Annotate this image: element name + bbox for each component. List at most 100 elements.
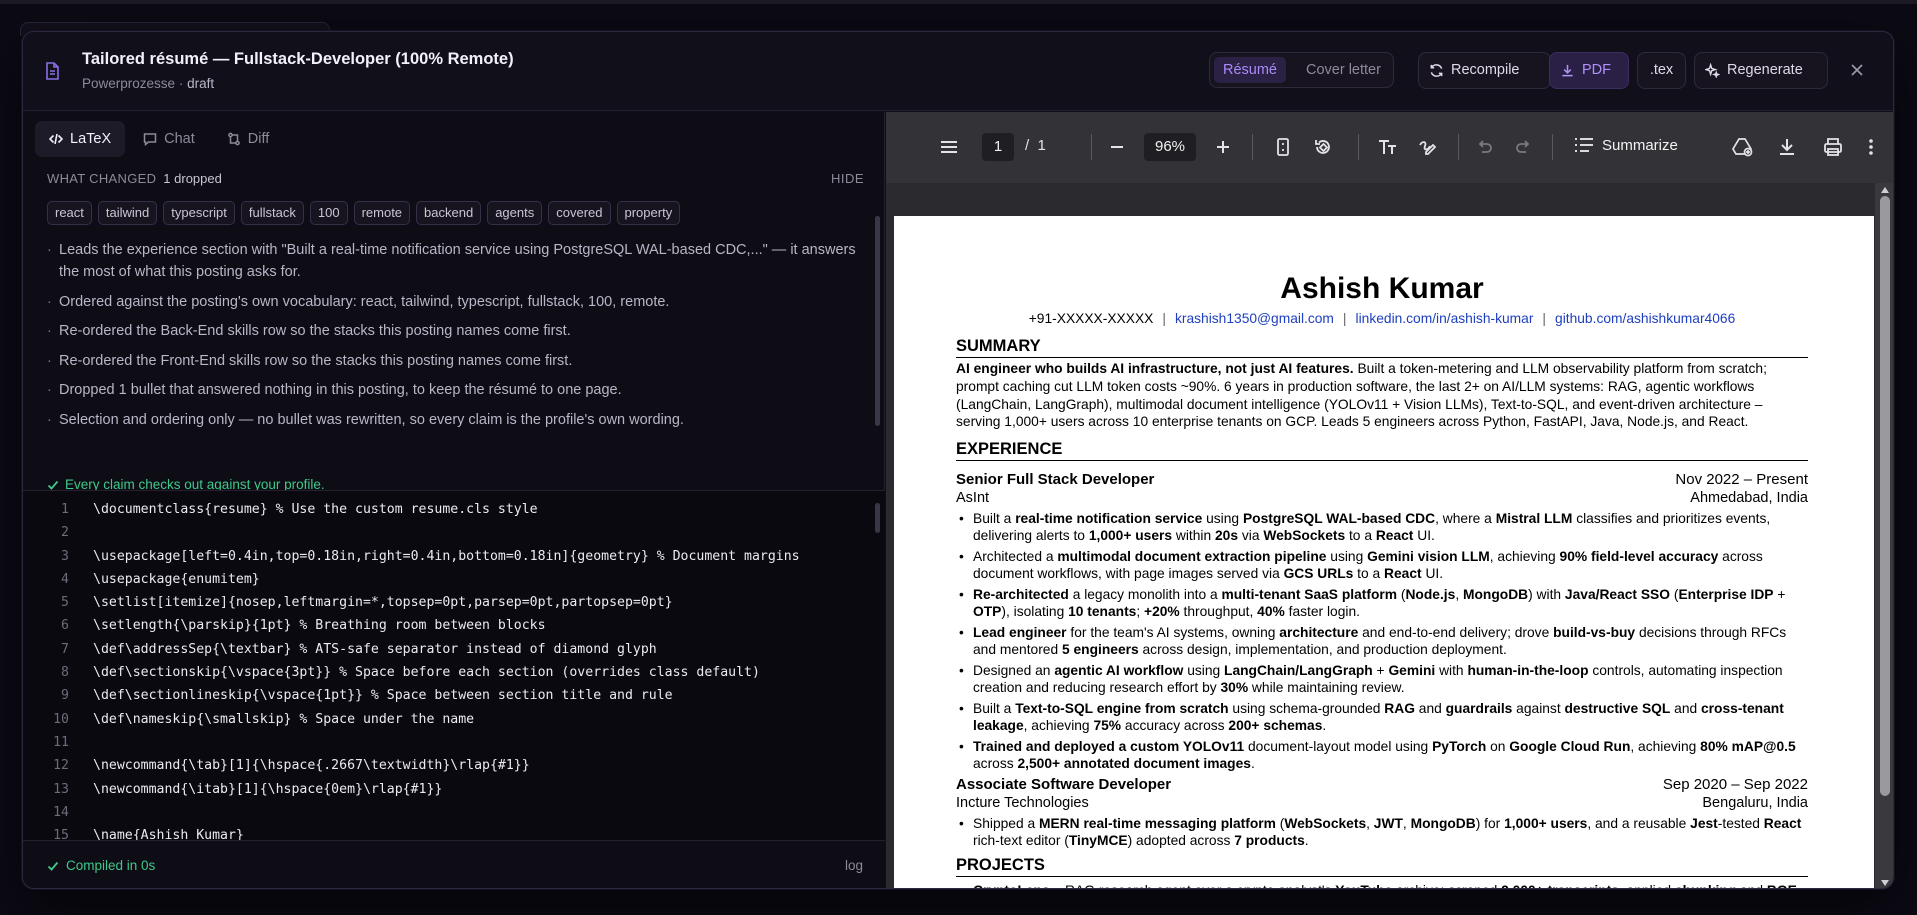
zoom-out-icon[interactable]	[1106, 136, 1128, 158]
code-line[interactable]: \def\addressSep{\textbar} % ATS-safe sep…	[93, 638, 800, 661]
regenerate-button[interactable]: Regenerate	[1694, 52, 1828, 89]
editor-tabs: LaTeX Chat Diff	[35, 121, 283, 157]
summarize-button[interactable]: Summarize	[1574, 136, 1678, 154]
line-number: 11	[53, 734, 69, 750]
page-separator: /	[1025, 137, 1030, 154]
undo-icon[interactable]	[1473, 136, 1495, 158]
code-line[interactable]: \def\nameskip{\smallskip} % Space under …	[93, 708, 800, 731]
toolbar-divider	[1552, 134, 1553, 160]
company: AsInt	[956, 490, 990, 506]
job-dates: Sep 2020 – Sep 2022	[1662, 776, 1808, 793]
doc-type-toggle: Résumé Cover letter	[1209, 52, 1394, 88]
cover-letter-tab-button[interactable]: Cover letter	[1306, 57, 1381, 83]
tab-chat[interactable]: Chat	[129, 121, 209, 157]
redo-icon[interactable]	[1513, 136, 1535, 158]
log-button[interactable]: log	[845, 858, 863, 873]
more-options-icon[interactable]	[1860, 136, 1882, 158]
line-number: 9	[61, 688, 69, 704]
line-number: 10	[53, 711, 69, 727]
code-line[interactable]: \usepackage[left=0.4in,top=0.18in,right=…	[93, 545, 800, 568]
code-line[interactable]	[93, 521, 800, 544]
experience-bullet: Built a Text-to-SQL engine from scratch …	[956, 700, 1808, 734]
change-note: Re-ordered the Back-End skills row so th…	[47, 320, 871, 342]
line-number: 15	[53, 828, 69, 840]
tab-diff-label: Diff	[247, 131, 270, 147]
toolbar-divider	[1252, 134, 1253, 160]
tab-latex[interactable]: LaTeX	[35, 121, 126, 157]
page-count: / 1	[1025, 137, 1046, 154]
experience-bullet: Built a real-time notification service u…	[956, 510, 1808, 544]
code-line[interactable]: \def\sectionskip{\vspace{3pt}} % Space b…	[93, 661, 800, 684]
zoom-level-input[interactable]: 96%	[1144, 133, 1196, 161]
editor-scrollbar-thumb[interactable]	[875, 503, 880, 533]
email-link[interactable]: krashish1350@gmail.com	[1175, 311, 1334, 326]
summary-list-icon	[1575, 138, 1593, 152]
keyword-chip: backend	[416, 201, 482, 225]
pdf-page: Ashish Kumar +91-XXXXX-XXXXX | krashish135…	[894, 216, 1874, 888]
github-link[interactable]: github.com/ashishkumar4066	[1555, 311, 1735, 326]
company-name: Powerprozesse	[82, 76, 176, 91]
change-notes-list: Leads the experience section with "Built…	[47, 239, 871, 438]
keyword-chip: remote	[353, 201, 411, 225]
code-line[interactable]	[93, 731, 800, 754]
subtitle-separator: ·	[178, 76, 184, 91]
contact-separator: |	[1162, 311, 1166, 326]
what-changed-label: WHAT CHANGED	[47, 171, 157, 186]
tex-download-button[interactable]: .tex	[1637, 52, 1686, 89]
code-line[interactable]	[93, 801, 800, 824]
code-line[interactable]: \documentclass{resume} % Use the custom …	[93, 498, 800, 521]
menu-icon[interactable]	[938, 136, 960, 158]
text-icon[interactable]	[1376, 136, 1398, 158]
change-note: Dropped 1 bullet that answered nothing i…	[47, 379, 871, 401]
download-icon[interactable]	[1776, 136, 1798, 158]
add-to-drive-icon[interactable]	[1731, 136, 1753, 158]
pdf-scrollbar-thumb[interactable]	[1880, 196, 1890, 796]
job-title-row: Associate Software Developer Sep 2020 – S…	[956, 776, 1808, 793]
hide-button[interactable]: HIDE	[831, 171, 864, 186]
linkedin-link[interactable]: linkedin.com/in/ashish-kumar	[1356, 311, 1534, 326]
regenerate-label: Regenerate	[1727, 62, 1803, 78]
line-numbers: 12345678910111213141516	[23, 498, 69, 840]
change-note: Leads the experience section with "Built…	[47, 239, 871, 283]
code-line[interactable]: \usepackage{enumitem}	[93, 568, 800, 591]
rotate-icon[interactable]	[1312, 136, 1334, 158]
pdf-scrollbar[interactable]	[1875, 183, 1893, 888]
code-area[interactable]: \documentclass{resume} % Use the custom …	[93, 498, 800, 840]
editor-scrollbar[interactable]	[875, 491, 881, 840]
pdf-toolbar: 1 / 1 96% Summarize	[886, 112, 1893, 183]
keyword-chip: typescript	[163, 201, 235, 225]
notes-scrollbar[interactable]	[875, 202, 881, 484]
code-line[interactable]: \setlist[itemize]{nosep,leftmargin=*,top…	[93, 591, 800, 614]
job-company-row: Incture Technologies Bengaluru, India	[956, 795, 1808, 811]
contact-line: +91-XXXXX-XXXXX | krashish1350@gmail.com | l…	[956, 311, 1808, 326]
phone-number: +91-XXXXX-XXXXX	[1028, 311, 1154, 326]
latex-editor[interactable]: 12345678910111213141516 \documentclass{r…	[23, 490, 885, 840]
pdf-download-button[interactable]: PDF	[1549, 52, 1629, 89]
fit-page-icon[interactable]	[1272, 136, 1294, 158]
close-icon[interactable]	[1848, 61, 1866, 79]
notes-scrollbar-thumb[interactable]	[875, 216, 880, 426]
status-label: draft	[187, 76, 215, 91]
zoom-in-icon[interactable]	[1212, 136, 1234, 158]
project-bullet: CryptoLens – RAG research agent over a c…	[956, 882, 1808, 888]
resume-name: Ashish Kumar	[1280, 272, 1484, 305]
code-line[interactable]: \setlength{\parskip}{1pt} % Breathing ro…	[93, 614, 800, 637]
dropped-count: 1 dropped	[163, 171, 222, 186]
draw-icon[interactable]	[1416, 136, 1438, 158]
line-number: 4	[61, 571, 69, 587]
modal-title: Tailored résumé — Fullstack-Developer (1…	[82, 50, 514, 68]
print-icon[interactable]	[1822, 136, 1844, 158]
keyword-chips: react tailwind typescript fullstack 100 …	[47, 201, 681, 225]
code-line[interactable]: \name{Ashish Kumar}	[93, 824, 800, 840]
scroll-up-arrow-icon[interactable]	[1880, 186, 1890, 194]
recompile-button[interactable]: Recompile	[1418, 52, 1551, 89]
summarize-label: Summarize	[1602, 136, 1678, 154]
scroll-down-arrow-icon[interactable]	[1880, 879, 1890, 887]
keyword-chip: covered	[548, 201, 611, 225]
code-line[interactable]: \newcommand{\itab}[1]{\hspace{0em}\rlap{…	[93, 778, 800, 801]
page-number-input[interactable]: 1	[982, 133, 1014, 161]
code-line[interactable]: \newcommand{\tab}[1]{\hspace{.2667\textw…	[93, 754, 800, 777]
resume-tab-button[interactable]: Résumé	[1214, 57, 1286, 83]
code-line[interactable]: \def\sectionlineskip{\vspace{1pt}} % Spa…	[93, 684, 800, 707]
tab-diff[interactable]: Diff	[213, 121, 284, 157]
